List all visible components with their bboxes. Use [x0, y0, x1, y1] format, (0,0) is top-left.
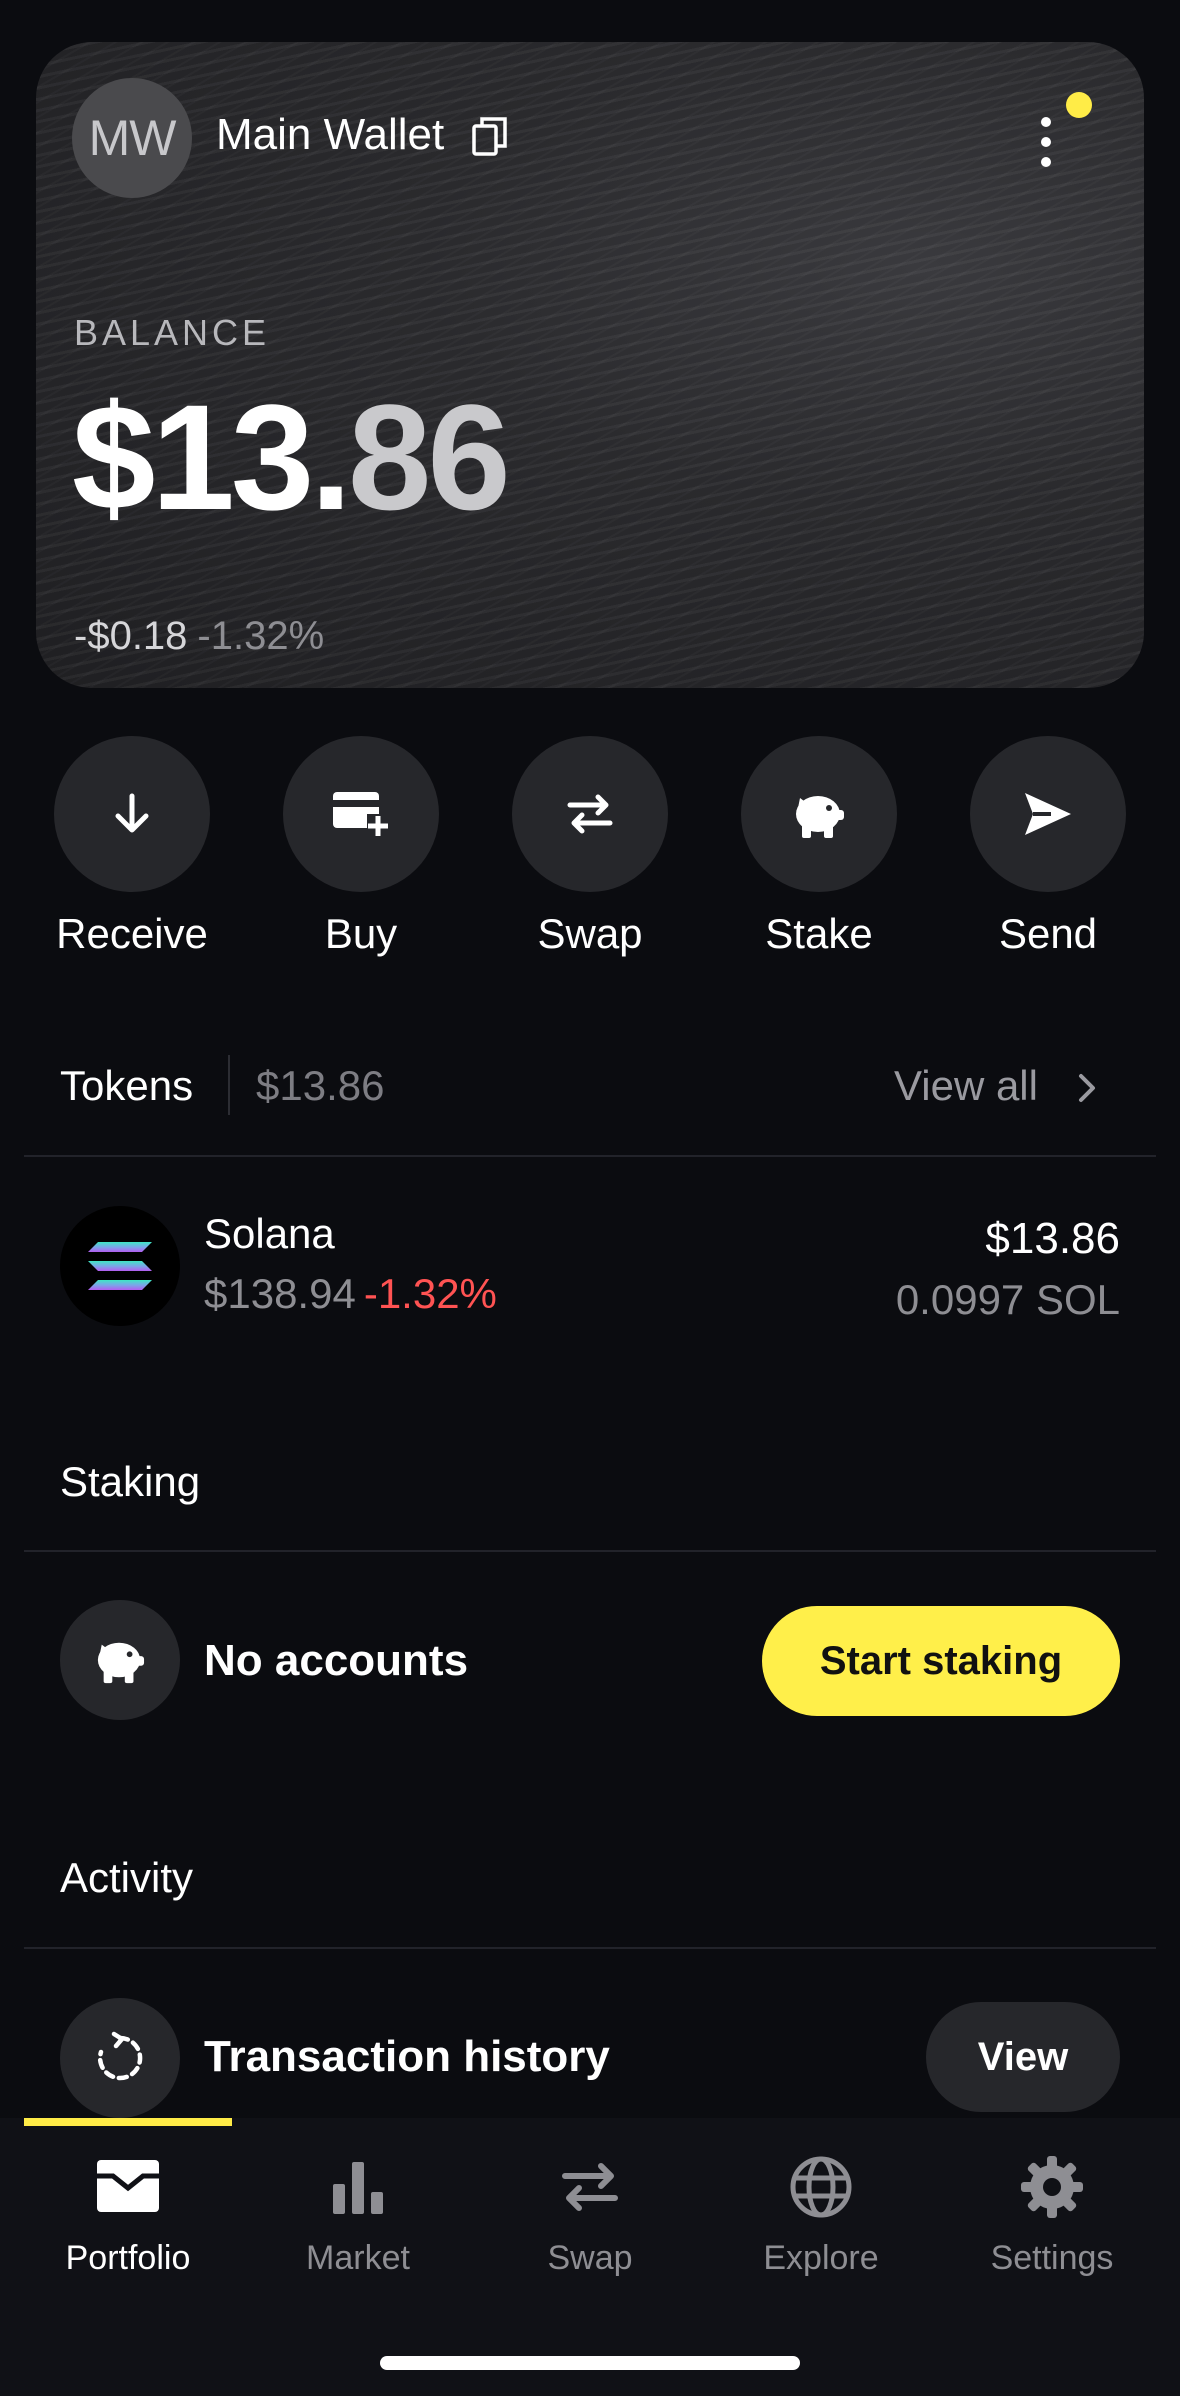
home-indicator — [380, 2356, 800, 2370]
balance-change-pct: -1.32% — [197, 614, 325, 658]
balance-change-abs: -$0.18 — [74, 614, 188, 658]
history-row-icon — [60, 1998, 180, 2118]
token-price-change: -1.32% — [363, 1270, 497, 1317]
nav-portfolio-label: Portfolio — [65, 2239, 191, 2277]
wallet-name[interactable]: Main Wallet — [216, 110, 444, 160]
bottom-nav: Portfolio Market Swap Explore Settings — [0, 2118, 1180, 2396]
piggy-bank-icon — [97, 1642, 145, 1684]
paper-plane-icon — [1025, 793, 1071, 835]
staking-row-icon — [60, 1600, 180, 1720]
view-all-link[interactable]: View all — [894, 1062, 1038, 1110]
nav-market[interactable]: Market — [243, 2152, 473, 2278]
send-circle[interactable] — [970, 736, 1126, 892]
more-menu-icon[interactable] — [1026, 112, 1066, 172]
gear-icon — [1021, 2156, 1083, 2218]
globe-icon — [790, 2156, 852, 2218]
token-price-value: $138.94 — [204, 1270, 356, 1317]
token-name: Solana — [204, 1210, 335, 1257]
portfolio-icon — [97, 2160, 159, 2212]
transaction-history-label[interactable]: Transaction history — [204, 2032, 610, 2082]
stake-circle[interactable] — [741, 736, 897, 892]
token-amount: 0.0997 SOL — [895, 1276, 1120, 1323]
tokens-total: $13.86 — [256, 1062, 385, 1109]
avatar-initials: MW — [88, 110, 177, 166]
balance-cents: 86 — [347, 373, 511, 541]
tokens-title: Tokens — [60, 1062, 194, 1109]
send-button[interactable]: Send — [948, 736, 1148, 958]
buy-button[interactable]: Buy — [261, 736, 461, 958]
buy-label: Buy — [324, 910, 398, 957]
nav-market-label: Market — [306, 2239, 410, 2277]
stake-button[interactable]: Stake — [719, 736, 919, 958]
card-plus-icon — [333, 792, 389, 836]
staking-status: No accounts — [204, 1636, 469, 1685]
balance-label: BALANCE — [74, 312, 271, 353]
notification-dot — [1066, 92, 1092, 118]
staking-title: Staking — [60, 1458, 201, 1505]
swap-arrows-icon — [567, 794, 613, 834]
nav-explore-label: Explore — [763, 2239, 879, 2277]
arrow-down-icon — [115, 793, 149, 833]
piggy-bank-icon — [796, 796, 844, 838]
view-history-button[interactable]: View — [926, 2002, 1120, 2112]
receive-circle[interactable] — [54, 736, 210, 892]
start-staking-button[interactable]: Start staking — [762, 1606, 1120, 1716]
send-label: Send — [998, 910, 1098, 957]
activity-divider — [24, 1947, 1156, 1949]
bar-chart-icon — [333, 2162, 383, 2214]
nav-swap-label: Swap — [547, 2239, 633, 2277]
receive-button[interactable]: Receive — [32, 736, 232, 958]
tokens-divider — [24, 1155, 1156, 1157]
chevron-right-icon[interactable] — [1076, 1070, 1100, 1106]
balance-change: -$0.18 -1.32% — [74, 614, 324, 659]
swap-arrows-icon — [562, 2163, 618, 2211]
nav-settings[interactable]: Settings — [937, 2152, 1167, 2278]
nav-explore[interactable]: Explore — [706, 2152, 936, 2278]
nav-settings-label: Settings — [990, 2239, 1114, 2277]
swap-button[interactable]: Swap — [490, 736, 690, 958]
balance-whole: $13. — [72, 373, 352, 541]
swap-label: Swap — [537, 910, 643, 957]
staking-divider — [24, 1550, 1156, 1552]
swap-circle[interactable] — [512, 736, 668, 892]
copy-icon[interactable] — [472, 116, 508, 156]
nav-active-indicator — [24, 2118, 232, 2126]
token-price: $138.94 -1.32% — [204, 1270, 497, 1318]
tokens-separator — [228, 1055, 230, 1115]
history-icon — [97, 2031, 143, 2081]
nav-swap[interactable]: Swap — [475, 2152, 705, 2278]
solana-icon — [60, 1206, 180, 1326]
avatar[interactable]: MW — [72, 78, 192, 198]
receive-label: Receive — [56, 910, 208, 957]
nav-portfolio[interactable]: Portfolio — [13, 2152, 243, 2278]
activity-title: Activity — [60, 1854, 194, 1901]
balance-amount: $13.86 — [72, 382, 511, 532]
wallet-card: MW Main Wallet BALANCE $13.86 -$0.18 -1.3… — [36, 42, 1144, 688]
quick-actions: Receive Buy Swap Stake Send — [0, 736, 1180, 966]
token-value: $13.86 — [985, 1214, 1120, 1263]
stake-label: Stake — [765, 910, 873, 957]
buy-circle[interactable] — [283, 736, 439, 892]
